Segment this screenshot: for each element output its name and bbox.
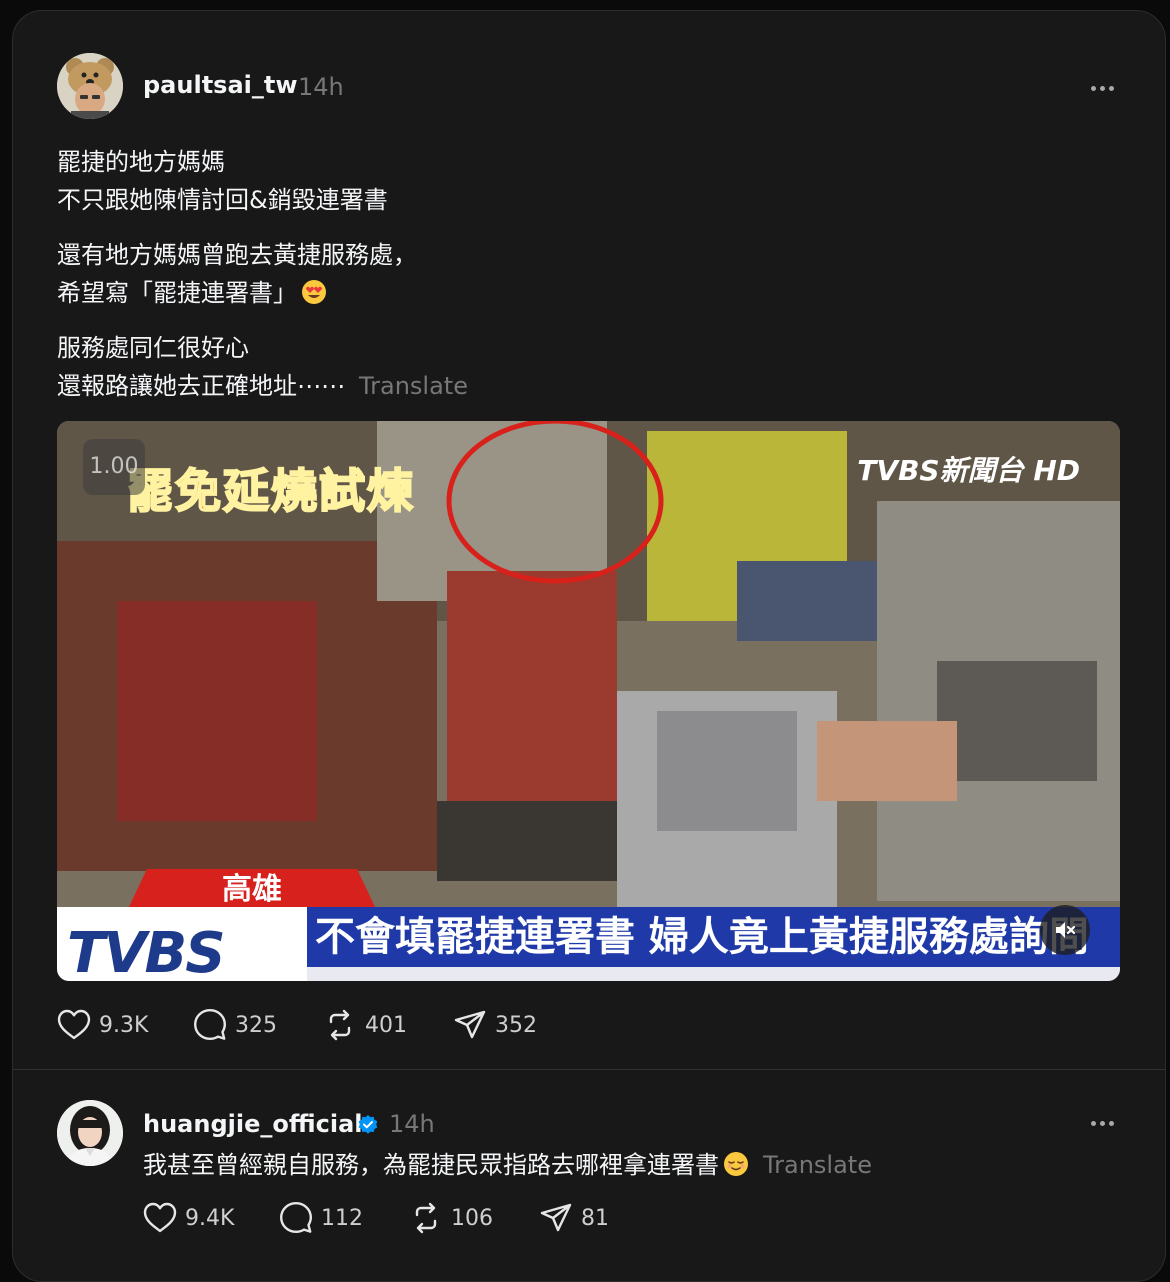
muted-speaker-icon (1056, 922, 1076, 938)
repost-button[interactable]: 106 (409, 1198, 493, 1238)
channel-logo: TVBS新聞台 HD (857, 454, 1080, 487)
text-line: 不只跟她陳情討回&銷毀連署書 (57, 186, 388, 214)
like-button[interactable]: 9.4K (143, 1198, 234, 1238)
heart-icon (143, 1202, 177, 1233)
playback-speed[interactable]: 1.00 (83, 439, 145, 495)
comment-button[interactable]: 325 (193, 1005, 277, 1045)
location-tag: 高雄 (127, 869, 377, 911)
repost-count: 401 (365, 1012, 407, 1038)
verified-badge-icon (358, 1115, 378, 1134)
username[interactable]: huangjie_official (143, 1110, 363, 1138)
share-count: 352 (495, 1012, 537, 1038)
video-headline: 不會填罷捷連署書 婦人竟上黃捷服務處詢問 (307, 907, 1120, 967)
comment-icon (194, 1009, 226, 1040)
heart-eyes-emoji-icon (302, 280, 326, 304)
text-segment: 希望寫「罷捷連署書」 (57, 279, 297, 307)
avatar-paultsai[interactable] (57, 53, 123, 119)
post-body: 罷捷的地方媽媽 不只跟她陳情討回&銷毀連署書 還有地方媽媽曾跑去黃捷服務處， 希… (57, 143, 1117, 422)
relieved-face-emoji-icon (724, 1152, 748, 1176)
share-icon (454, 1010, 486, 1039)
repost-icon (329, 1009, 351, 1041)
action-bar: 9.3K 325 401 352 (57, 1005, 657, 1045)
text-line-with-translate: 還報路讓她去正確地址⋯⋯ Translate (57, 367, 1117, 405)
text-segment: 還報路讓她去正確地址⋯⋯ (57, 372, 345, 400)
comment-count: 325 (235, 1012, 277, 1038)
text-line: 服務處同仁很好心 (57, 334, 249, 362)
post-body: 我甚至曾經親自服務，為罷捷民眾指路去哪裡拿連署書 Translate (143, 1146, 872, 1184)
like-button[interactable]: 9.3K (57, 1005, 148, 1045)
share-button[interactable]: 81 (539, 1198, 609, 1238)
action-bar: 9.4K 112 106 81 (143, 1198, 743, 1238)
comment-button[interactable]: 112 (279, 1198, 363, 1238)
like-count: 9.3K (99, 1012, 149, 1038)
paragraph: 服務處同仁很好心 還報路讓她去正確地址⋯⋯ Translate (57, 329, 1117, 405)
bear-hat-avatar-icon (57, 53, 123, 119)
paragraph: 罷捷的地方媽媽 不只跟她陳情討回&銷毀連署書 (57, 143, 1117, 219)
text-segment: 我甚至曾經親自服務，為罷捷民眾指路去哪裡拿連署書 (143, 1151, 719, 1179)
post-paultsai[interactable]: paultsai_tw 14h 罷捷的地方媽媽 不只跟她陳情討回&銷毀連署書 還… (13, 11, 1165, 1069)
tvbs-logo: TVBS (57, 907, 307, 981)
feed-card: paultsai_tw 14h 罷捷的地方媽媽 不只跟她陳情討回&銷毀連署書 還… (12, 10, 1166, 1282)
text-line: 還有地方媽媽曾跑去黃捷服務處， (57, 241, 417, 269)
comment-count: 112 (321, 1205, 363, 1231)
repost-icon (415, 1202, 437, 1234)
timestamp[interactable]: 14h (389, 1110, 435, 1138)
more-options-icon[interactable] (1089, 1118, 1117, 1128)
headline-ticker (307, 967, 1120, 981)
mute-button[interactable] (1040, 905, 1090, 955)
paragraph: 還有地方媽媽曾跑去黃捷服務處， 希望寫「罷捷連署書」 (57, 236, 1117, 312)
more-options-icon[interactable] (1089, 83, 1117, 93)
repost-button[interactable]: 401 (323, 1005, 407, 1045)
username[interactable]: paultsai_tw (143, 71, 298, 99)
tvbs-logo-text: TVBS (67, 921, 226, 981)
translate-link[interactable]: Translate (763, 1151, 872, 1179)
text-line: 罷捷的地方媽媽 (57, 148, 225, 176)
share-icon (540, 1203, 572, 1232)
like-count: 9.4K (185, 1205, 235, 1231)
translate-link[interactable]: Translate (359, 372, 468, 400)
heart-icon (57, 1009, 91, 1040)
repost-count: 106 (451, 1205, 493, 1231)
video-banner-title: 罷免延燒試煉 (126, 463, 415, 519)
avatar-huangjie[interactable] (57, 1100, 123, 1166)
video-player[interactable]: 罷免延燒試煉 TVBS新聞台 HD 1.00 高雄 TVBS 不會填罷捷連署書 … (57, 421, 1120, 981)
post-huangjie[interactable]: huangjie_official 14h 我甚至曾經親自服務，為罷捷民眾指路去… (13, 1070, 1165, 1280)
share-count: 81 (581, 1205, 609, 1231)
text-line-with-emoji: 希望寫「罷捷連署書」 (57, 274, 1117, 312)
comment-icon (280, 1202, 312, 1233)
woman-portrait-avatar-icon (57, 1100, 123, 1166)
timestamp[interactable]: 14h (298, 73, 344, 101)
share-button[interactable]: 352 (453, 1005, 537, 1045)
